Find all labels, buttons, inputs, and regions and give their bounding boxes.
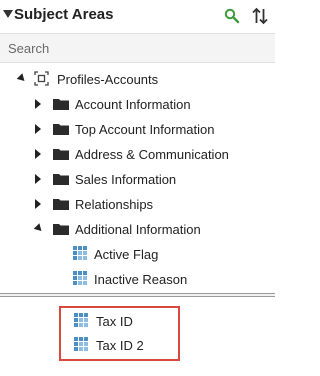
expand-icon[interactable]: [16, 73, 28, 84]
column-label: Tax ID: [96, 314, 133, 329]
collapse-icon[interactable]: [33, 223, 45, 234]
tree-folder-top-account-information[interactable]: Top Account Information: [0, 119, 275, 139]
column-icon: [74, 337, 88, 351]
folder-label: Additional Information: [75, 222, 201, 237]
tree-folder-address-communication[interactable]: Address & Communication: [0, 144, 275, 164]
folder-label: Relationships: [75, 197, 154, 212]
expand-icon[interactable]: [35, 124, 41, 134]
panel-header: Subject Areas: [0, 0, 275, 32]
folder-label: Address & Communication: [75, 147, 229, 162]
folder-icon: [53, 224, 69, 235]
folder-icon: [53, 174, 69, 185]
column-label: Tax ID 2: [96, 338, 144, 353]
tree-root-label: Profiles-Accounts: [57, 72, 159, 87]
folder-label: Top Account Information: [75, 122, 215, 137]
tree-root[interactable]: Profiles-Accounts: [0, 69, 275, 89]
folder-label: Account Information: [75, 97, 191, 112]
search-icon[interactable]: [224, 8, 240, 24]
expand-icon[interactable]: [35, 174, 41, 184]
tree-folder-account-information[interactable]: Account Information: [0, 94, 275, 114]
selected-column-tax-id-2[interactable]: Tax ID 2: [0, 335, 275, 355]
selected-column-tax-id[interactable]: Tax ID: [0, 311, 275, 331]
folder-icon: [53, 149, 69, 160]
subject-area-icon: [34, 71, 49, 86]
column-icon: [73, 246, 87, 260]
expand-icon[interactable]: [35, 149, 41, 159]
expand-icon[interactable]: [35, 199, 41, 209]
folder-icon: [53, 199, 69, 210]
tree-column-active-flag[interactable]: Active Flag: [0, 244, 275, 264]
pane-splitter[interactable]: [0, 293, 275, 297]
sort-icon[interactable]: [252, 7, 268, 25]
folder-icon: [53, 124, 69, 135]
column-icon: [73, 271, 87, 285]
column-label: Active Flag: [94, 247, 159, 262]
tree-column-inactive-reason[interactable]: Inactive Reason: [0, 269, 275, 289]
column-label: Inactive Reason: [94, 272, 188, 287]
collapse-panel-icon[interactable]: [3, 10, 13, 18]
search-box: [0, 33, 275, 63]
tree-folder-sales-information[interactable]: Sales Information: [0, 169, 275, 189]
tree-folder-relationships[interactable]: Relationships: [0, 194, 275, 214]
expand-icon[interactable]: [35, 99, 41, 109]
tree-folder-additional-information[interactable]: Additional Information: [0, 219, 275, 239]
column-icon: [74, 313, 88, 327]
folder-icon: [53, 99, 69, 110]
panel-title: Subject Areas: [14, 6, 114, 23]
search-input[interactable]: [0, 34, 273, 62]
folder-label: Sales Information: [75, 172, 177, 187]
